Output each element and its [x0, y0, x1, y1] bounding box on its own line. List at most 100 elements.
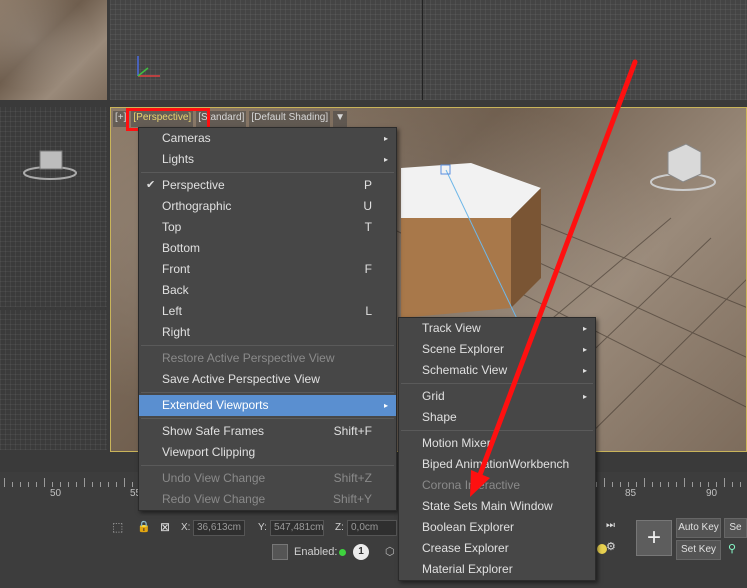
ruler-tick	[668, 482, 669, 487]
ruler-tick	[620, 482, 621, 487]
menu-item-show-safe-frames[interactable]: Show Safe Frames Shift+F	[139, 421, 396, 442]
add-key-icon[interactable]: +	[636, 520, 672, 556]
menu-item-label: State Sets Main Window	[422, 499, 553, 513]
menu-item-back[interactable]: Back	[139, 280, 396, 301]
menu-item-viewport-clipping[interactable]: Viewport Clipping	[139, 442, 396, 463]
menu-item-label: Perspective	[162, 178, 225, 192]
shortcut-label: U	[363, 199, 372, 213]
menu-item-boolean-explorer[interactable]: Boolean Explorer	[399, 517, 595, 538]
menu-item-label: Viewport Clipping	[162, 445, 256, 459]
submenu-arrow-icon: ▸	[582, 392, 587, 401]
enabled-status-dot	[339, 549, 346, 556]
ruler-tick	[644, 478, 645, 487]
grid-toggle-icon[interactable]	[272, 544, 288, 560]
menu-item-label: Save Active Perspective View	[162, 372, 320, 386]
menu-item-scene-explorer[interactable]: Scene Explorer ▸	[399, 339, 595, 360]
menu-item-label: Front	[162, 262, 191, 276]
viewport-top-left[interactable]	[0, 0, 107, 100]
shortcut-label: F	[364, 262, 372, 276]
menu-item-grid[interactable]: Grid ▸	[399, 386, 595, 407]
key-filter-icon[interactable]: ⚲	[728, 542, 736, 555]
menu-item-shape[interactable]: Shape	[399, 407, 595, 428]
menu-separator	[141, 172, 394, 173]
menu-item-lights[interactable]: Lights ▸	[139, 149, 396, 170]
ruler-tick	[84, 478, 85, 487]
playback-indicator-icon	[597, 544, 607, 554]
y-label: Y:	[258, 522, 267, 533]
menu-item-schematic-view[interactable]: Schematic View ▸	[399, 360, 595, 381]
box-icon[interactable]: ⬡	[385, 545, 395, 558]
ruler-tick	[676, 482, 677, 487]
enabled-count-badge[interactable]: 1	[353, 544, 369, 560]
ruler-tick	[724, 478, 725, 487]
menu-item-label: Scene Explorer	[422, 342, 505, 356]
menu-item-orthographic[interactable]: Orthographic U	[139, 196, 396, 217]
menu-item-label: Bottom	[162, 241, 201, 255]
menu-item-perspective[interactable]: ✔ Perspective P	[139, 175, 396, 196]
lock-icon[interactable]: 🔒	[137, 520, 151, 533]
viewport-left-bottom[interactable]	[0, 310, 107, 450]
ruler-tick	[636, 482, 637, 487]
menu-item-extended-viewports[interactable]: Extended Viewports ▸	[139, 395, 396, 416]
selection-set-button[interactable]: Se	[724, 518, 747, 538]
menu-item-label: Left	[162, 304, 183, 318]
menu-item-redo-view-change: Redo View Change Shift+Y	[139, 489, 396, 510]
menu-item-top[interactable]: Top T	[139, 217, 396, 238]
key-mode-icon[interactable]: ⚙	[606, 540, 616, 553]
menu-item-label: Material Explorer	[422, 562, 513, 576]
menu-item-corona-interactive: Corona Interactive	[399, 475, 595, 496]
filter-icon[interactable]: ▼	[333, 111, 347, 127]
selection-lock-icon[interactable]: ⬚	[112, 520, 123, 534]
menu-item-track-view[interactable]: Track View ▸	[399, 318, 595, 339]
menu-item-biped-animationworkbench[interactable]: Biped AnimationWorkbench	[399, 454, 595, 475]
menu-item-front[interactable]: Front F	[139, 259, 396, 280]
menu-item-label: Grid	[422, 389, 445, 403]
checkmark-icon: ✔	[146, 179, 156, 191]
auto-key-button[interactable]: Auto Key	[676, 518, 721, 538]
submenu-arrow-icon: ▸	[383, 401, 388, 410]
menu-item-label: Crease Explorer	[422, 541, 509, 555]
ruler-tick	[28, 482, 29, 487]
menu-item-bottom[interactable]: Bottom	[139, 238, 396, 259]
menu-item-crease-explorer[interactable]: Crease Explorer	[399, 538, 595, 559]
viewport-shading-menu[interactable]: [Default Shading]	[249, 111, 331, 127]
menu-item-label: Schematic View	[422, 363, 508, 377]
menu-item-cameras[interactable]: Cameras ▸	[139, 128, 396, 149]
z-coordinate-field[interactable]: 0,0cm	[347, 520, 397, 536]
ruler-tick	[4, 478, 5, 487]
menu-item-state-sets-main-window[interactable]: State Sets Main Window	[399, 496, 595, 517]
set-key-button[interactable]: Set Key	[676, 540, 721, 560]
menu-item-undo-view-change: Undo View Change Shift+Z	[139, 468, 396, 489]
menu-item-material-explorer[interactable]: Material Explorer	[399, 559, 595, 580]
enabled-label: Enabled:	[294, 546, 338, 558]
ruler-tick	[60, 482, 61, 487]
ruler-tick	[132, 482, 133, 487]
transform-mode-icon[interactable]: ⊠	[160, 520, 170, 534]
y-coordinate-field[interactable]: 547,481cm	[270, 520, 324, 536]
next-frame-button[interactable]: ⏭	[606, 520, 615, 531]
submenu-arrow-icon: ▸	[383, 155, 388, 164]
menu-item-right[interactable]: Right	[139, 322, 396, 343]
menu-item-label: Redo View Change	[162, 492, 266, 506]
viewport-left[interactable]	[0, 107, 107, 307]
menu-item-label: Track View	[422, 321, 481, 335]
x-coordinate-field[interactable]: 36,613cm	[193, 520, 245, 536]
axis-gizmo-icon	[134, 52, 164, 80]
view-cube-icon	[20, 143, 80, 183]
menu-item-left[interactable]: Left L	[139, 301, 396, 322]
menu-item-label: Restore Active Perspective View	[162, 351, 335, 365]
z-label: Z:	[335, 522, 344, 533]
viewport-top-right[interactable]	[110, 0, 747, 100]
ruler-tick	[652, 482, 653, 487]
ruler-tick	[660, 482, 661, 487]
ruler-tick	[604, 478, 605, 487]
ruler-tick	[692, 482, 693, 487]
menu-item-label: Extended Viewports	[162, 398, 269, 412]
menu-item-label: Undo View Change	[162, 471, 266, 485]
ruler-tick	[700, 482, 701, 487]
menu-item-motion-mixer[interactable]: Motion Mixer	[399, 433, 595, 454]
ruler-tick	[716, 482, 717, 487]
menu-item-save-active-perspective-view[interactable]: Save Active Perspective View	[139, 369, 396, 390]
ruler-tick	[116, 482, 117, 487]
ruler-tick	[612, 482, 613, 487]
